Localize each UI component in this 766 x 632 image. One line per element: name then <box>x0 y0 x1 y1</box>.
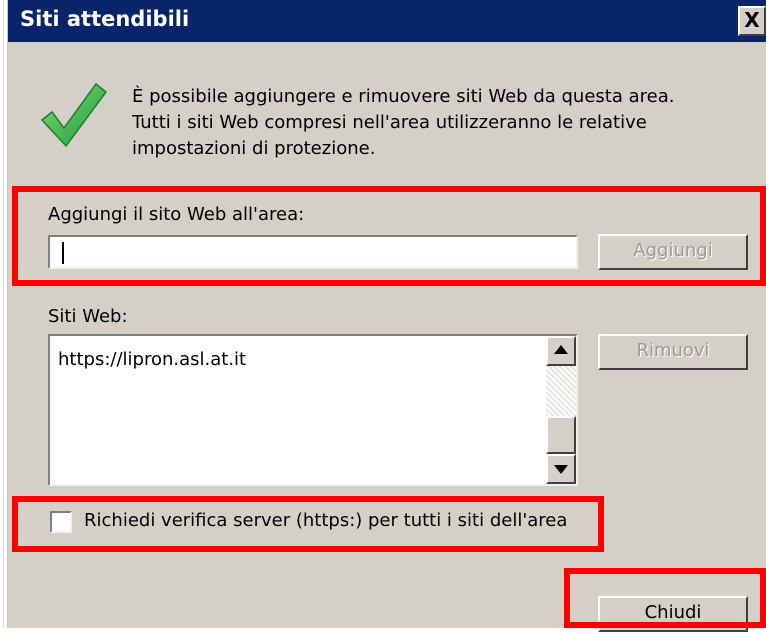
remove-button[interactable]: Rimuovi <box>598 334 748 370</box>
info-line: Tutti i siti Web compresi nell'area util… <box>132 112 647 133</box>
highlight-box-add-site <box>12 186 766 286</box>
list-item[interactable]: https://lipron.asl.at.it <box>58 349 246 370</box>
close-icon: X <box>744 8 760 32</box>
close-window-button[interactable]: X <box>738 6 766 36</box>
scroll-down-button[interactable] <box>546 454 576 484</box>
sites-list[interactable]: https://lipron.asl.at.it <box>48 334 578 486</box>
scroll-thumb[interactable] <box>546 416 576 454</box>
window-title: Siti attendibili <box>20 7 190 31</box>
arrow-down-icon <box>554 465 568 474</box>
trusted-sites-dialog: Siti attendibili X È possibile aggiunger… <box>0 0 766 632</box>
info-text: È possibile aggiungere e rimuovere siti … <box>132 84 752 162</box>
info-line: È possibile aggiungere e rimuovere siti … <box>132 86 675 107</box>
title-bar[interactable]: Siti attendibili X <box>8 0 766 42</box>
highlight-box-close <box>564 568 766 628</box>
arrow-up-icon <box>554 345 568 354</box>
sites-label: Siti Web: <box>48 306 128 327</box>
scroll-up-button[interactable] <box>546 336 576 366</box>
checkmark-icon <box>40 82 108 148</box>
sites-scrollbar[interactable] <box>546 336 576 484</box>
info-line: impostazioni di protezione. <box>132 138 376 159</box>
highlight-box-https <box>12 496 604 552</box>
window-edge <box>0 0 8 628</box>
